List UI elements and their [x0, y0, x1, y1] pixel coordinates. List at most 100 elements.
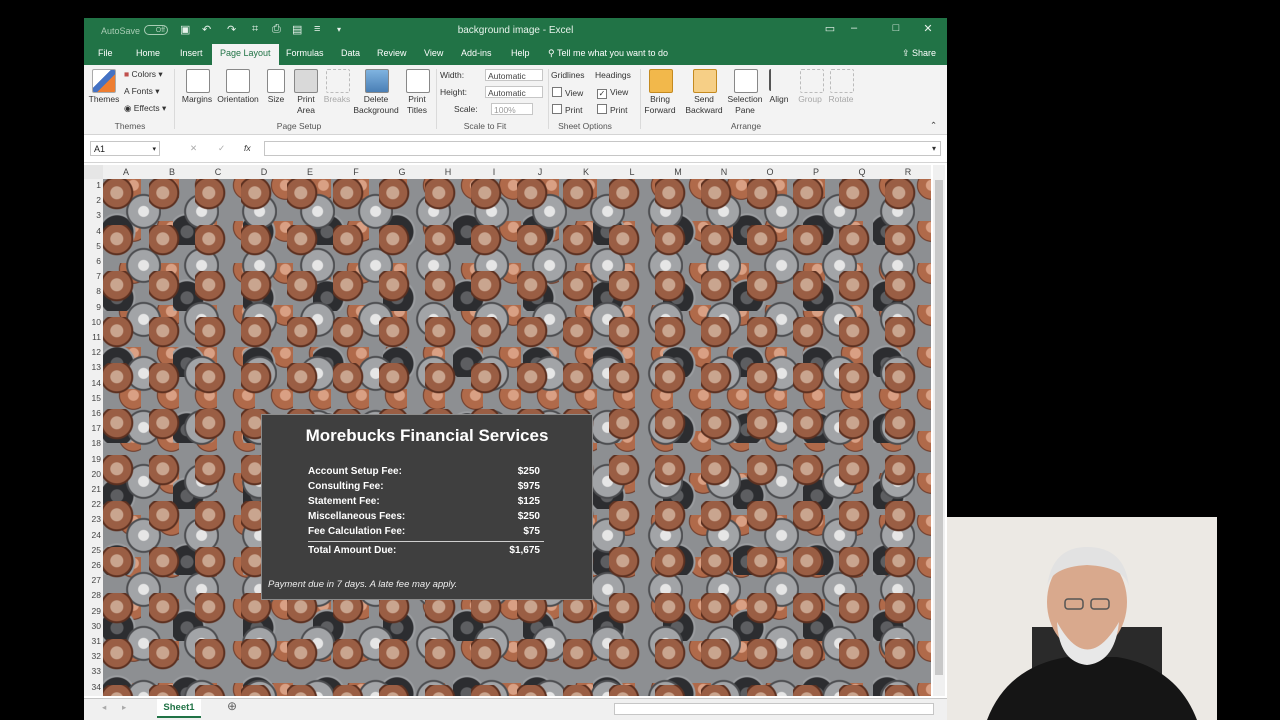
send-backward-button[interactable]: Send Backward — [682, 94, 726, 116]
rotate-button[interactable]: Rotate — [826, 94, 856, 105]
row-header[interactable]: 8 — [84, 286, 101, 296]
print-area-button[interactable]: Print Area — [289, 94, 323, 116]
gridlines-view-checkbox[interactable]: View — [552, 87, 583, 99]
row-header[interactable]: 34 — [84, 682, 101, 692]
customize-toolbar-icon[interactable]: ▾ — [337, 25, 341, 34]
share-button[interactable]: ⇪ Share — [902, 48, 936, 59]
tab-file[interactable]: File — [98, 48, 113, 58]
row-header[interactable]: 9 — [84, 302, 101, 312]
cancel-icon[interactable]: ✕ — [190, 143, 197, 154]
delete-background-button[interactable]: Delete Background — [350, 94, 402, 116]
scale-spinner[interactable]: 100% — [491, 103, 533, 115]
row-header[interactable]: 17 — [84, 423, 101, 433]
headings-print-checkbox[interactable]: Print — [597, 104, 627, 116]
maximize-icon[interactable]: □ — [886, 22, 906, 38]
save-icon[interactable]: ▣ — [180, 23, 190, 36]
size-button[interactable]: Size — [264, 94, 288, 105]
horizontal-scrollbar[interactable] — [614, 703, 934, 715]
row-header[interactable]: 27 — [84, 575, 101, 585]
formula-input[interactable] — [264, 141, 941, 156]
ribbon-display-icon[interactable]: ▭ — [820, 22, 840, 38]
tab-home[interactable]: Home — [136, 48, 160, 58]
vertical-scroll-thumb[interactable] — [935, 180, 943, 675]
orientation-button[interactable]: Orientation — [214, 94, 262, 105]
tab-data[interactable]: Data — [341, 48, 360, 58]
row-header[interactable]: 30 — [84, 621, 101, 631]
themes-button[interactable]: Themes — [86, 94, 122, 105]
row-header[interactable]: 21 — [84, 484, 101, 494]
undo-icon[interactable]: ↶ — [202, 23, 211, 36]
column-header[interactable]: M — [655, 167, 701, 177]
row-header[interactable]: 23 — [84, 514, 101, 524]
row-header[interactable]: 14 — [84, 378, 101, 388]
autosave-toggle[interactable]: Off — [144, 25, 168, 35]
expand-formula-icon[interactable]: ▾ — [932, 143, 936, 154]
row-header[interactable]: 2 — [84, 195, 101, 205]
print-titles-button[interactable]: Print Titles — [400, 94, 434, 116]
minimize-icon[interactable]: – — [844, 22, 864, 38]
tab-review[interactable]: Review — [377, 48, 407, 58]
margins-button[interactable]: Margins — [178, 94, 216, 105]
row-header[interactable]: 15 — [84, 393, 101, 403]
row-header[interactable]: 25 — [84, 545, 101, 555]
insert-function-icon[interactable]: fx — [244, 143, 251, 154]
tab-add-ins[interactable]: Add-ins — [461, 48, 492, 58]
selection-pane-button[interactable]: Selection Pane — [726, 94, 764, 116]
tab-insert[interactable]: Insert — [180, 48, 203, 58]
height-select[interactable]: Automatic — [485, 86, 543, 98]
row-header[interactable]: 10 — [84, 317, 101, 327]
row-header[interactable]: 33 — [84, 666, 101, 676]
column-header[interactable]: A — [103, 167, 149, 177]
collapse-ribbon-icon[interactable]: ⌃ — [930, 120, 937, 131]
width-select[interactable]: Automatic — [485, 69, 543, 81]
column-header[interactable]: D — [241, 167, 287, 177]
format-painter-icon[interactable]: ⌗ — [252, 23, 258, 36]
prev-sheet-icon[interactable]: ◂ — [102, 702, 106, 713]
column-header[interactable]: F — [333, 167, 379, 177]
row-header[interactable]: 18 — [84, 438, 101, 448]
quick-menu-icon[interactable]: ≡ — [314, 23, 320, 35]
row-header[interactable]: 1 — [84, 180, 101, 190]
column-header[interactable]: O — [747, 167, 793, 177]
name-box[interactable]: A1 ▾ — [90, 141, 160, 156]
row-header[interactable]: 29 — [84, 606, 101, 616]
bring-forward-button[interactable]: Bring Forward — [640, 94, 680, 116]
column-header[interactable]: I — [471, 167, 517, 177]
print-icon[interactable]: ⎙ — [272, 23, 281, 36]
row-header[interactable]: 26 — [84, 560, 101, 570]
print-preview-icon[interactable]: ▤ — [292, 23, 302, 36]
colors-button[interactable]: ■ Colors ▾ — [124, 69, 163, 80]
breaks-button[interactable]: Breaks — [321, 94, 353, 105]
row-header[interactable]: 19 — [84, 454, 101, 464]
column-header[interactable]: H — [425, 167, 471, 177]
tab-view[interactable]: View — [424, 48, 443, 58]
column-header[interactable]: C — [195, 167, 241, 177]
sheet-tab-sheet1[interactable]: Sheet1 — [157, 699, 201, 718]
column-header[interactable]: L — [609, 167, 655, 177]
add-sheet-icon[interactable]: ⊕ — [227, 700, 237, 712]
row-header[interactable]: 31 — [84, 636, 101, 646]
row-header[interactable]: 6 — [84, 256, 101, 266]
column-header[interactable]: N — [701, 167, 747, 177]
column-header[interactable]: K — [563, 167, 609, 177]
row-header[interactable]: 3 — [84, 210, 101, 220]
effects-button[interactable]: ◉ Effects ▾ — [124, 103, 166, 114]
row-header[interactable]: 4 — [84, 226, 101, 236]
next-sheet-icon[interactable]: ▸ — [122, 702, 126, 713]
row-header[interactable]: 16 — [84, 408, 101, 418]
row-header[interactable]: 7 — [84, 271, 101, 281]
column-header[interactable]: J — [517, 167, 563, 177]
row-header[interactable]: 12 — [84, 347, 101, 357]
column-header[interactable]: B — [149, 167, 195, 177]
row-header[interactable]: 22 — [84, 499, 101, 509]
row-header[interactable]: 28 — [84, 590, 101, 600]
column-header[interactable]: R — [885, 167, 931, 177]
column-header[interactable]: P — [793, 167, 839, 177]
fonts-button[interactable]: A Fonts ▾ — [124, 86, 159, 97]
row-header[interactable]: 11 — [84, 332, 101, 342]
group-button[interactable]: Group — [794, 94, 826, 105]
headings-view-checkbox[interactable]: ✓ View — [597, 87, 628, 99]
gridlines-print-checkbox[interactable]: Print — [552, 104, 582, 116]
row-header[interactable]: 5 — [84, 241, 101, 251]
row-header[interactable]: 20 — [84, 469, 101, 479]
